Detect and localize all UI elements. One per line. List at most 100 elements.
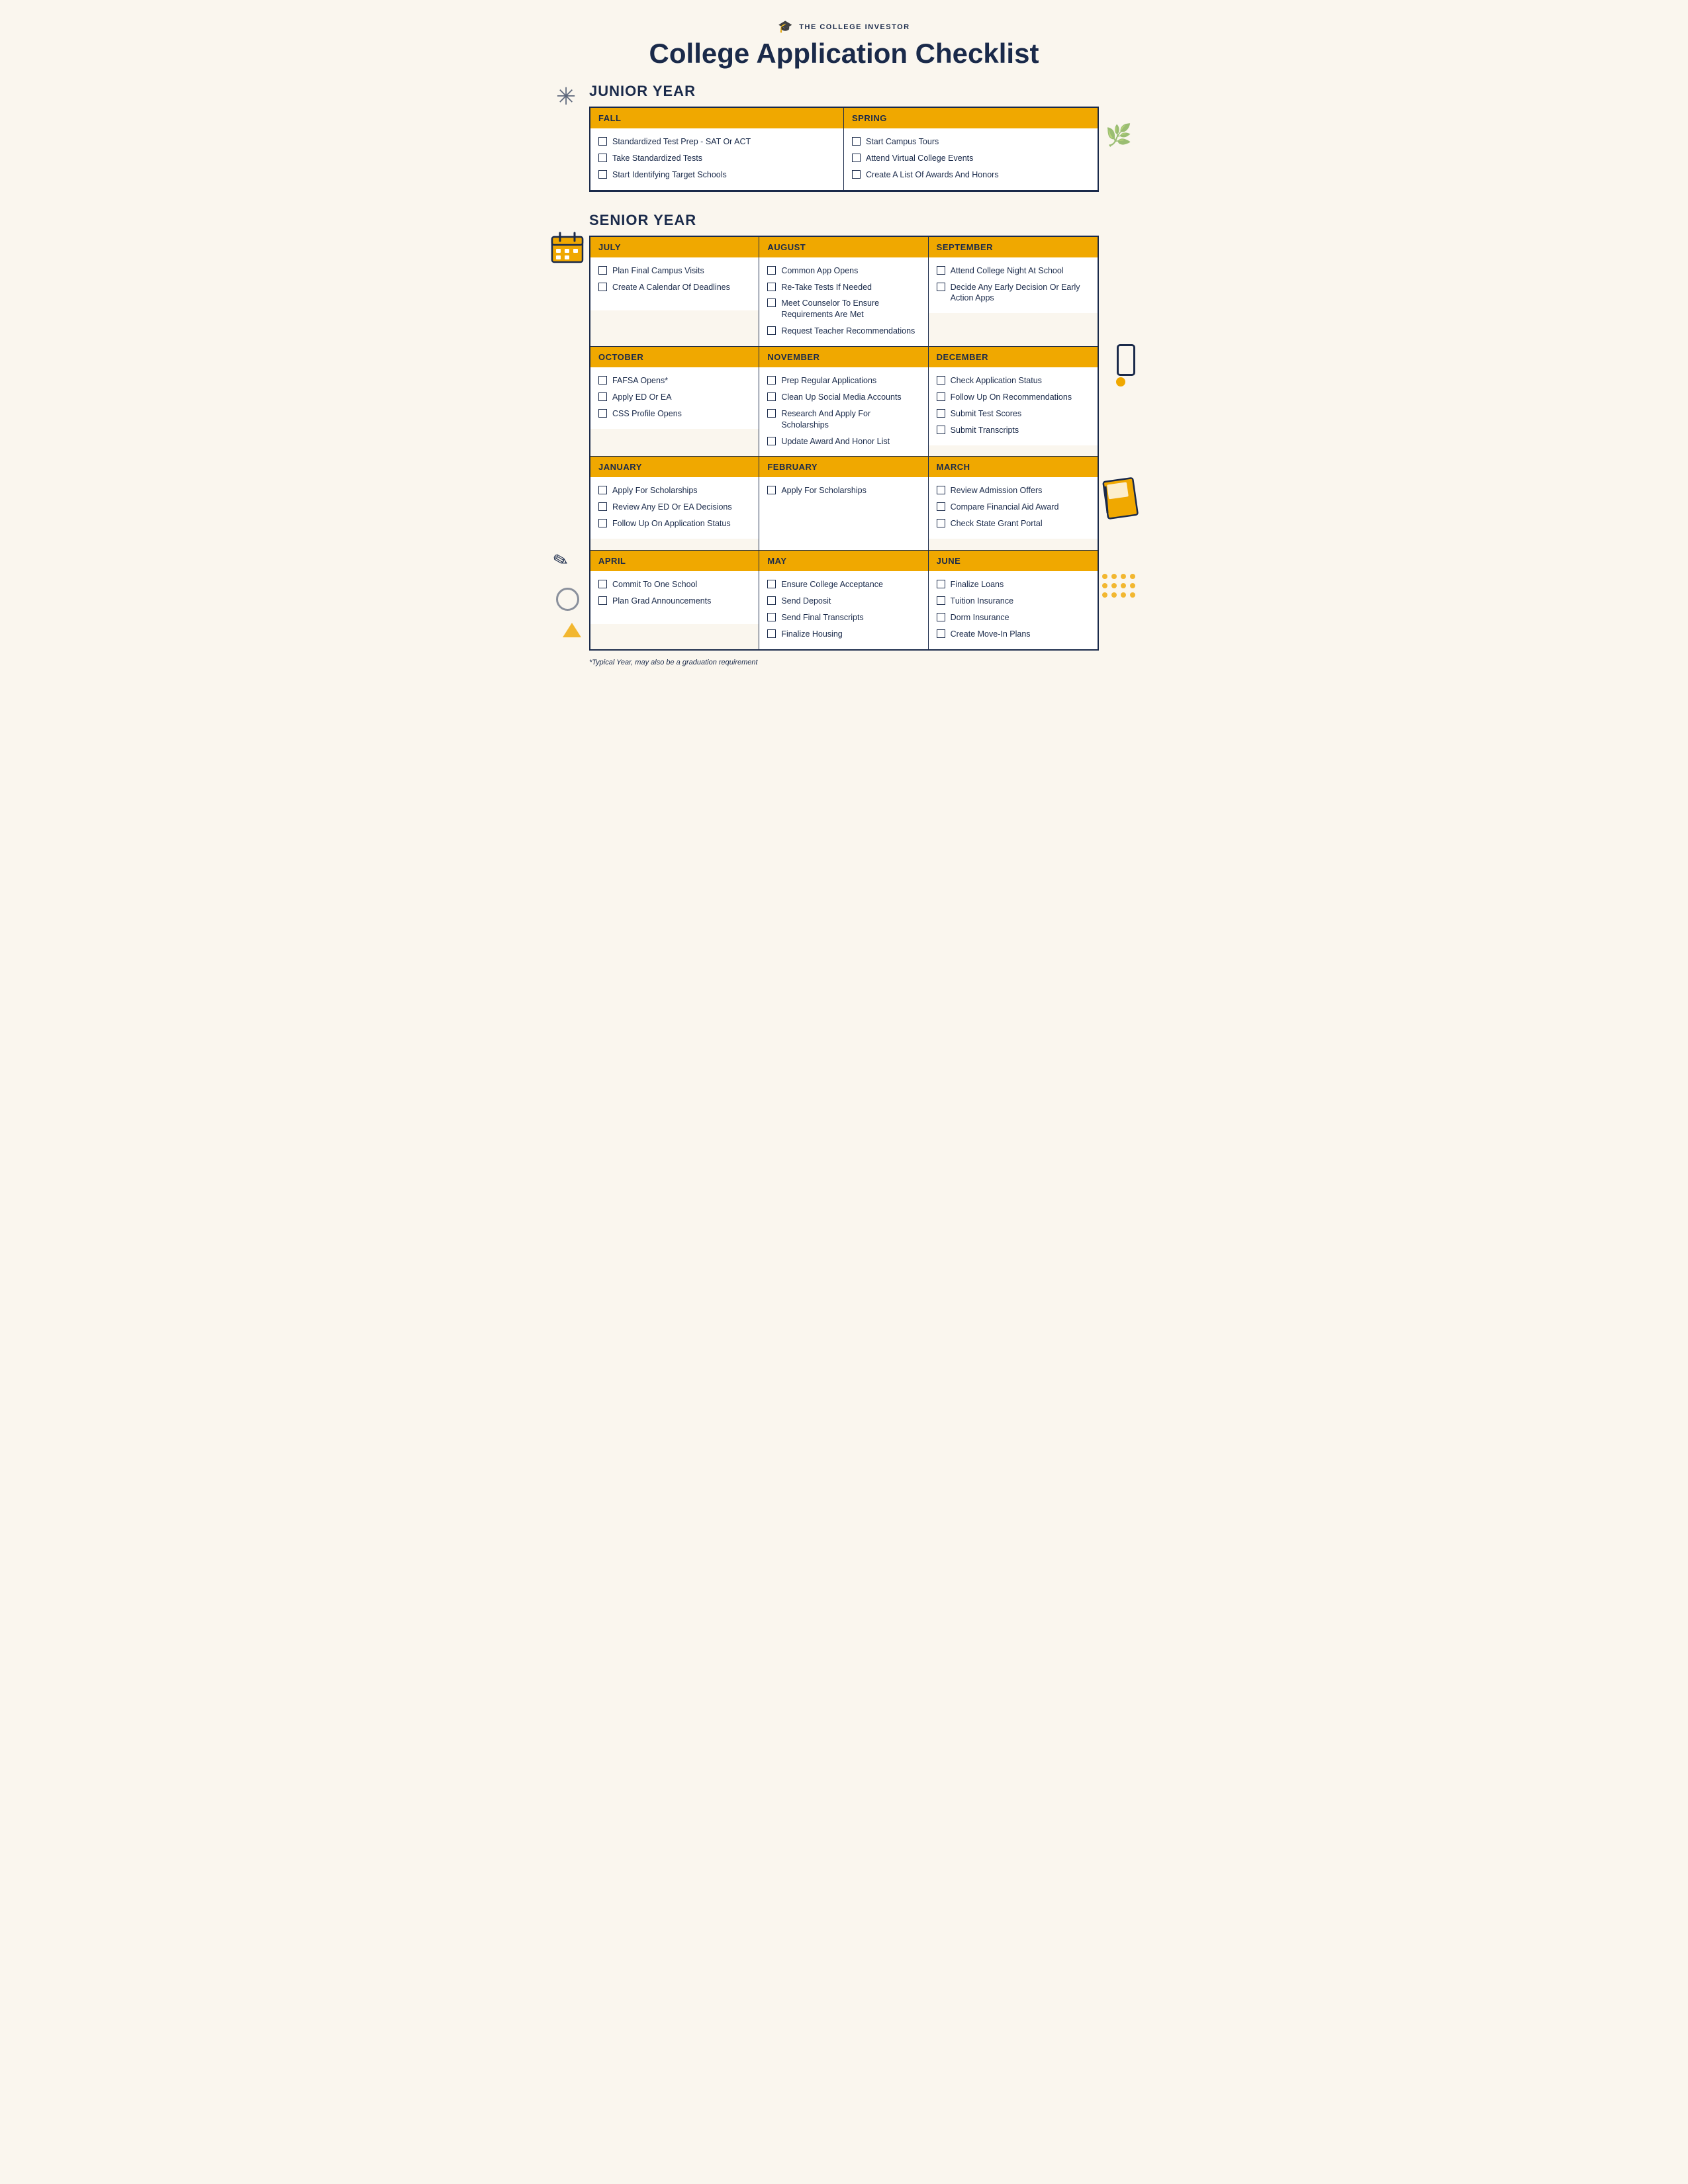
list-item: Clean Up Social Media Accounts [767, 392, 919, 403]
list-item: Common App Opens [767, 265, 919, 277]
footnote: *Typical Year, may also be a graduation … [589, 659, 1099, 666]
list-item: Plan Final Campus Visits [598, 265, 751, 277]
june-header: JUNE [929, 551, 1098, 571]
checkbox[interactable] [937, 376, 945, 385]
checkbox[interactable] [767, 326, 776, 335]
list-item: Take Standardized Tests [598, 153, 835, 164]
list-item: Review Admission Offers [937, 485, 1090, 496]
checkbox[interactable] [937, 486, 945, 494]
junior-year-section: ✳ 🌿 JUNIOR YEAR FALL Standardized Test P… [589, 83, 1099, 192]
checkbox[interactable] [767, 298, 776, 307]
august-block: AUGUST Common App Opens Re-Take Tests If… [759, 237, 928, 347]
checkbox[interactable] [852, 154, 861, 162]
april-content: Commit To One School Plan Grad Announcem… [590, 571, 759, 624]
checkbox[interactable] [937, 629, 945, 638]
february-content: Apply For Scholarships [759, 477, 927, 550]
november-header: NOVEMBER [759, 347, 927, 367]
item-label: Check State Grant Portal [951, 518, 1043, 529]
checkbox[interactable] [598, 376, 607, 385]
checkbox[interactable] [937, 426, 945, 434]
fall-header: FALL [590, 108, 843, 128]
item-label: Apply For Scholarships [781, 485, 867, 496]
item-label: Re-Take Tests If Needed [781, 282, 872, 293]
checkbox[interactable] [937, 392, 945, 401]
senior-year-title: SENIOR YEAR [589, 212, 1099, 229]
senior-row-4: APRIL Commit To One School Plan Grad Ann… [590, 551, 1098, 649]
checkbox[interactable] [767, 613, 776, 621]
checkbox[interactable] [937, 580, 945, 588]
item-label: Review Admission Offers [951, 485, 1043, 496]
checkbox[interactable] [767, 409, 776, 418]
checkbox[interactable] [598, 596, 607, 605]
checkbox[interactable] [598, 502, 607, 511]
list-item: Ensure College Acceptance [767, 579, 919, 590]
item-label: Meet Counselor To Ensure Requirements Ar… [781, 298, 919, 320]
item-label: Tuition Insurance [951, 596, 1013, 607]
checkbox[interactable] [852, 137, 861, 146]
may-header: MAY [759, 551, 927, 571]
fall-block: FALL Standardized Test Prep - SAT Or ACT… [590, 108, 844, 191]
june-content: Finalize Loans Tuition Insurance Dorm In… [929, 571, 1098, 649]
snowflake-icon: ✳ [556, 83, 576, 111]
list-item: Apply For Scholarships [598, 485, 751, 496]
item-label: Start Identifying Target Schools [612, 169, 727, 181]
item-label: CSS Profile Opens [612, 408, 682, 420]
checkbox[interactable] [937, 502, 945, 511]
list-item: Decide Any Early Decision Or Early Actio… [937, 282, 1090, 304]
checkbox[interactable] [598, 409, 607, 418]
checkbox[interactable] [767, 629, 776, 638]
april-header: APRIL [590, 551, 759, 571]
phone-icon [1117, 344, 1135, 376]
list-item: Commit To One School [598, 579, 751, 590]
checkbox[interactable] [767, 392, 776, 401]
october-header: OCTOBER [590, 347, 759, 367]
checkbox[interactable] [598, 170, 607, 179]
january-content: Apply For Scholarships Review Any ED Or … [590, 477, 759, 539]
item-label: Check Application Status [951, 375, 1042, 387]
list-item: Follow Up On Application Status [598, 518, 751, 529]
checkbox[interactable] [937, 266, 945, 275]
checkbox[interactable] [598, 137, 607, 146]
checkbox[interactable] [598, 392, 607, 401]
checkbox[interactable] [937, 596, 945, 605]
checkbox[interactable] [767, 376, 776, 385]
september-content: Attend College Night At School Decide An… [929, 257, 1098, 314]
pencil-icon: ✏ [548, 547, 573, 573]
checkbox[interactable] [852, 170, 861, 179]
checkbox[interactable] [937, 283, 945, 291]
checkbox[interactable] [598, 519, 607, 527]
list-item: Apply For Scholarships [767, 485, 919, 496]
checkbox[interactable] [767, 580, 776, 588]
checkbox[interactable] [767, 437, 776, 445]
checkbox[interactable] [937, 613, 945, 621]
list-item: Send Final Transcripts [767, 612, 919, 623]
list-item: CSS Profile Opens [598, 408, 751, 420]
checkbox[interactable] [937, 409, 945, 418]
july-header: JULY [590, 237, 759, 257]
checkbox[interactable] [767, 486, 776, 494]
triangle-icon [563, 623, 581, 637]
list-item: Submit Test Scores [937, 408, 1090, 420]
november-block: NOVEMBER Prep Regular Applications Clean… [759, 347, 928, 457]
checkbox[interactable] [767, 266, 776, 275]
item-label: Ensure College Acceptance [781, 579, 883, 590]
january-block: JANUARY Apply For Scholarships Review An… [590, 457, 759, 551]
may-content: Ensure College Acceptance Send Deposit S… [759, 571, 927, 649]
checkbox[interactable] [937, 519, 945, 527]
checkbox[interactable] [598, 580, 607, 588]
checkbox[interactable] [767, 283, 776, 291]
october-block: OCTOBER FAFSA Opens* Apply ED Or EA CSS … [590, 347, 759, 457]
august-header: AUGUST [759, 237, 927, 257]
checkbox[interactable] [598, 283, 607, 291]
checkbox[interactable] [598, 154, 607, 162]
checkbox[interactable] [598, 486, 607, 494]
item-label: Compare Financial Aid Award [951, 502, 1059, 513]
checkbox[interactable] [598, 266, 607, 275]
list-item: Start Campus Tours [852, 136, 1090, 148]
item-label: Send Final Transcripts [781, 612, 863, 623]
checkbox[interactable] [767, 596, 776, 605]
junior-year-grid: FALL Standardized Test Prep - SAT Or ACT… [589, 107, 1099, 192]
item-label: Decide Any Early Decision Or Early Actio… [951, 282, 1090, 304]
header: 🎓 THE COLLEGE INVESTOR College Applicati… [589, 20, 1099, 69]
list-item: Submit Transcripts [937, 425, 1090, 436]
